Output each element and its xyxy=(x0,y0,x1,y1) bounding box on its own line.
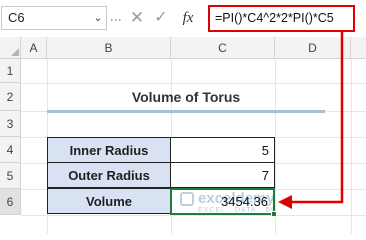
callout-arrow xyxy=(278,32,344,209)
arrow-head-icon xyxy=(278,195,292,209)
arrow-line xyxy=(290,32,344,204)
